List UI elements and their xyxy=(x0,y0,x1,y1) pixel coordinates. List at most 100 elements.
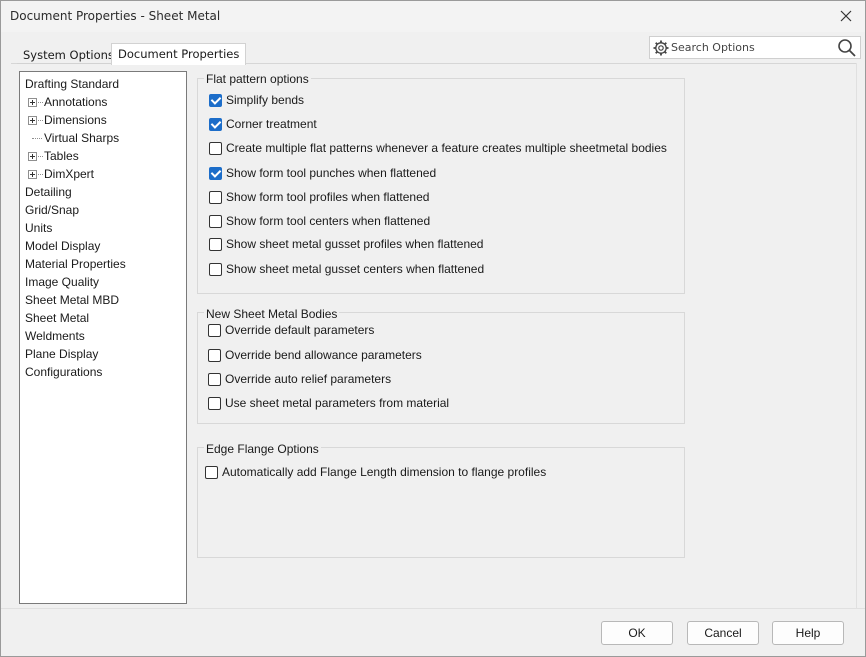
tree-item-sheet-metal[interactable]: Sheet Metal xyxy=(20,309,186,327)
tree-item-label: Material Properties xyxy=(25,257,126,271)
tree-item-label: Virtual Sharps xyxy=(44,131,120,145)
checkbox-label: Create multiple flat patterns whenever a… xyxy=(226,141,667,155)
expand-icon[interactable] xyxy=(28,98,37,107)
tree-item-label: Weldments xyxy=(25,329,85,343)
tree-item-virtual-sharps[interactable]: Virtual Sharps xyxy=(20,129,186,147)
checkbox[interactable] xyxy=(205,465,218,479)
checkbox[interactable] xyxy=(209,237,222,251)
checkbox-simplify-bends[interactable]: Simplify bends xyxy=(209,92,304,108)
search-box xyxy=(649,36,861,59)
dialog-window: Document Properties - Sheet Metal System… xyxy=(0,0,866,657)
tree-item-label: Grid/Snap xyxy=(25,203,80,217)
window-title: Document Properties - Sheet Metal xyxy=(10,9,221,23)
tree-item-label: DimXpert xyxy=(44,167,95,181)
tree-item-weldments[interactable]: Weldments xyxy=(20,327,186,345)
checkbox-label: Show sheet metal gusset profiles when fl… xyxy=(226,237,484,251)
checkbox-label: Show form tool centers when flattened xyxy=(226,214,431,228)
checkbox-override-auto-relief[interactable]: Override auto relief parameters xyxy=(208,371,391,387)
title-bar: Document Properties - Sheet Metal xyxy=(1,1,865,32)
expand-icon[interactable] xyxy=(28,116,37,125)
tree-item-label: Plane Display xyxy=(25,347,99,361)
tree-connector xyxy=(38,120,43,121)
tree-item-dimxpert[interactable]: DimXpert xyxy=(20,165,186,183)
checkbox[interactable] xyxy=(209,262,222,276)
tree-item-image-quality[interactable]: Image Quality xyxy=(20,273,186,291)
tab-document-properties[interactable]: Document Properties xyxy=(111,43,247,65)
checkbox-label: Simplify bends xyxy=(226,93,305,107)
tree-item-label: Annotations xyxy=(44,95,108,109)
close-icon xyxy=(840,10,852,22)
checkbox-gusset-profiles[interactable]: Show sheet metal gusset profiles when fl… xyxy=(209,236,483,252)
checkbox-label: Corner treatment xyxy=(226,117,317,131)
tree-item-grid-snap[interactable]: Grid/Snap xyxy=(20,201,186,219)
tab-label: System Options xyxy=(23,48,114,62)
tree-item-label: Sheet Metal xyxy=(25,311,90,325)
checkbox-label: Show form tool punches when flattened xyxy=(226,166,437,180)
checkbox-multiple-flat-patterns[interactable]: Create multiple flat patterns whenever a… xyxy=(209,140,667,156)
checkbox[interactable] xyxy=(208,323,221,337)
checkbox-flange-length-dimension[interactable]: Automatically add Flange Length dimensio… xyxy=(205,464,546,480)
tab-label: Document Properties xyxy=(118,47,240,61)
tree-item-sheet-metal-mbd[interactable]: Sheet Metal MBD xyxy=(20,291,186,309)
tree-item-dimensions[interactable]: Dimensions xyxy=(20,111,186,129)
group-title: New Sheet Metal Bodies xyxy=(204,307,340,321)
checkbox-form-tool-centers[interactable]: Show form tool centers when flattened xyxy=(209,213,430,229)
checkbox-label: Override bend allowance parameters xyxy=(225,348,422,362)
checkbox[interactable] xyxy=(209,93,222,107)
checkbox[interactable] xyxy=(209,190,222,204)
checkbox-form-tool-profiles[interactable]: Show form tool profiles when flattened xyxy=(209,189,429,205)
checkbox[interactable] xyxy=(208,348,221,362)
tree-item-material-properties[interactable]: Material Properties xyxy=(20,255,186,273)
tree-item-label: Configurations xyxy=(25,365,103,379)
tree-item-detailing[interactable]: Detailing xyxy=(20,183,186,201)
checkbox-label: Override auto relief parameters xyxy=(225,372,392,386)
checkbox-label: Show sheet metal gusset centers when fla… xyxy=(226,262,485,276)
checkbox[interactable] xyxy=(208,372,221,386)
checkbox[interactable] xyxy=(209,166,222,180)
options-tree: Drafting Standard Annotations Dimensions… xyxy=(19,71,187,604)
checkbox-override-bend-allowance[interactable]: Override bend allowance parameters xyxy=(208,347,422,363)
expand-icon[interactable] xyxy=(28,170,37,179)
checkbox[interactable] xyxy=(209,141,222,155)
tab-system-options[interactable]: System Options xyxy=(17,45,120,64)
group-title: Flat pattern options xyxy=(204,72,311,86)
tree-item-drafting-standard[interactable]: Drafting Standard xyxy=(20,75,186,93)
tree-item-label: Drafting Standard xyxy=(25,77,120,91)
tree-item-label: Image Quality xyxy=(25,275,100,289)
checkbox-override-default[interactable]: Override default parameters xyxy=(208,322,374,338)
tree-connector xyxy=(38,102,43,103)
search-icon[interactable] xyxy=(837,38,857,58)
tree-item-label: Units xyxy=(25,221,53,235)
checkbox-corner-treatment[interactable]: Corner treatment xyxy=(209,116,317,132)
tree-connector xyxy=(38,174,43,175)
checkbox[interactable] xyxy=(208,396,221,410)
tree-connector xyxy=(38,156,43,157)
tree-item-plane-display[interactable]: Plane Display xyxy=(20,345,186,363)
checkbox[interactable] xyxy=(209,214,222,228)
tree-item-annotations[interactable]: Annotations xyxy=(20,93,186,111)
checkbox-gusset-centers[interactable]: Show sheet metal gusset centers when fla… xyxy=(209,261,484,277)
checkbox-label: Override default parameters xyxy=(225,323,375,337)
search-input[interactable] xyxy=(671,39,831,56)
expand-icon[interactable] xyxy=(28,152,37,161)
tree-item-configurations[interactable]: Configurations xyxy=(20,363,186,381)
checkbox-label: Automatically add Flange Length dimensio… xyxy=(222,465,547,479)
checkbox[interactable] xyxy=(209,117,222,131)
checkbox-label: Show form tool profiles when flattened xyxy=(226,190,430,204)
tree-item-label: Sheet Metal MBD xyxy=(25,293,120,307)
tree-item-units[interactable]: Units xyxy=(20,219,186,237)
tree-item-tables[interactable]: Tables xyxy=(20,147,186,165)
tree-item-label: Detailing xyxy=(25,185,72,199)
ok-button[interactable]: OK xyxy=(601,621,673,645)
checkbox-form-tool-punches[interactable]: Show form tool punches when flattened xyxy=(209,165,436,181)
tree-item-label: Model Display xyxy=(25,239,101,253)
cancel-button[interactable]: Cancel xyxy=(687,621,759,645)
close-button[interactable] xyxy=(835,6,857,26)
group-title: Edge Flange Options xyxy=(204,442,321,456)
tree-item-model-display[interactable]: Model Display xyxy=(20,237,186,255)
tree-item-label: Dimensions xyxy=(44,113,107,127)
checkbox-material-parameters[interactable]: Use sheet metal parameters from material xyxy=(208,395,449,411)
help-button[interactable]: Help xyxy=(772,621,844,645)
gear-icon[interactable] xyxy=(652,39,670,57)
panel-edge xyxy=(856,63,857,608)
